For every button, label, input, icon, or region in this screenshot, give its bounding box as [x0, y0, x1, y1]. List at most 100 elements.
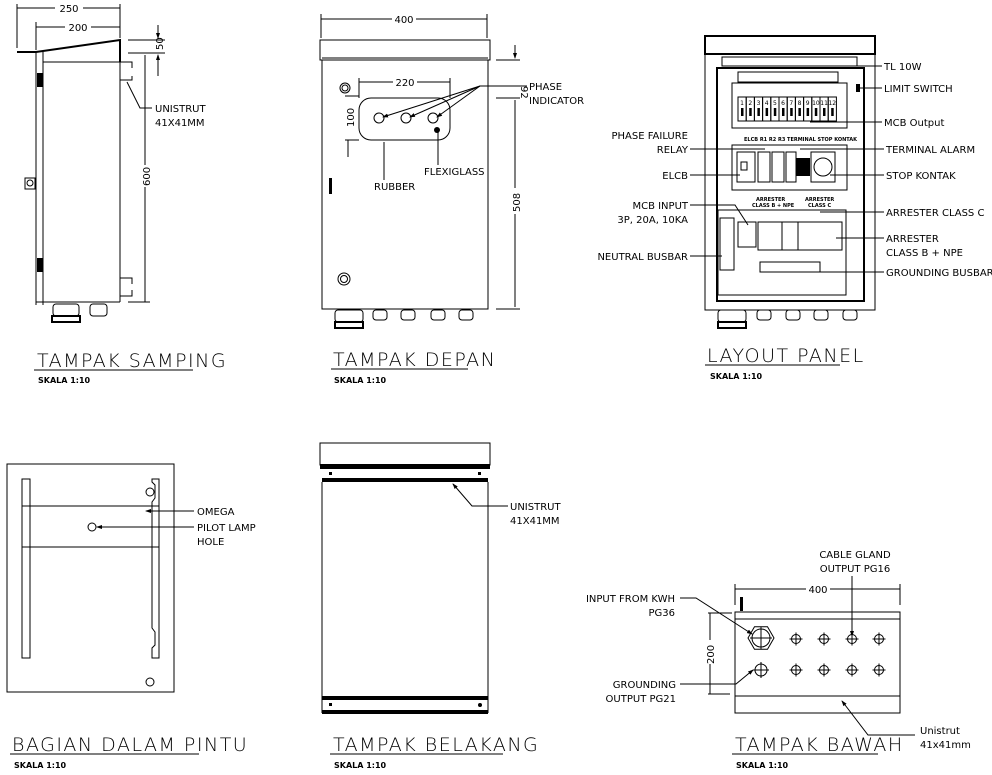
scale-label: SKALA 1:10 [334, 376, 387, 385]
cable-gland-icon [717, 309, 858, 329]
cable-gland-label-2: OUTPUT PG16 [820, 564, 890, 575]
door-inside-view: OMEGA PILOT LAMP HOLE BAGIAN DALAM PINTU… [6, 463, 256, 770]
mcb-toggle-icon [741, 108, 744, 116]
cable-gland-holes [747, 626, 886, 678]
crosshair-icon [817, 632, 831, 646]
mcb-toggle-icon [757, 108, 760, 116]
mcb-number: 5 [773, 100, 777, 107]
front-view: 400 220 100 92 508 PHASE INDICATOR RUBBE… [319, 12, 584, 385]
mcb-number: 2 [748, 100, 752, 107]
grounding-output-label-2: OUTPUT PG21 [606, 694, 676, 705]
dim-label: 250 [59, 4, 78, 15]
stop-kontak-label: STOP KONTAK [886, 171, 956, 182]
mcb-output-group: 1 2 3 4 5 6 7 8 9 10 11 12 [737, 96, 837, 122]
mcb-toggle-icon [782, 108, 785, 116]
dim-label: 200 [706, 645, 717, 664]
dim-label: 400 [808, 585, 827, 596]
mcb-number: 10 [812, 100, 820, 107]
mcb-number: 11 [820, 100, 828, 107]
mcb-number: 6 [781, 100, 785, 107]
arrester-class-c-label: ARRESTER CLASS C [886, 208, 984, 219]
crosshair-icon [753, 662, 769, 678]
technical-drawing-sheet: 250 200 50 600 UNISTRUT 41X41MM TAMPAK S… [6, 2, 992, 770]
dim-label: 100 [346, 108, 357, 127]
scale-label: SKALA 1:10 [38, 376, 91, 385]
crosshair-icon [845, 663, 859, 677]
view-title: TAMPAK BAWAH [735, 734, 904, 756]
view-title: BAGIAN DALAM PINTU [12, 734, 248, 756]
mcb-toggle-icon [798, 108, 801, 116]
mcb-number: 8 [798, 100, 802, 107]
limit-switch-label: LIMIT SWITCH [884, 84, 953, 95]
arrester-c-inner-2: CLASS C [808, 203, 831, 209]
terminal-alarm-label: TERMINAL ALARM [885, 145, 975, 156]
crosshair-icon [750, 627, 772, 649]
mcb-number: 7 [789, 100, 793, 107]
view-title: TAMPAK DEPAN [333, 349, 496, 371]
view-title: LAYOUT PANEL [707, 345, 865, 367]
crosshair-icon [789, 663, 803, 677]
mcb-number: 3 [757, 100, 761, 107]
crosshair-icon [872, 632, 886, 646]
dim-label: 400 [394, 15, 413, 26]
scale-label: SKALA 1:10 [334, 761, 387, 770]
dim-label: 220 [395, 78, 414, 89]
pilot-lamp-label: PILOT LAMP [197, 523, 256, 534]
back-view: UNISTRUT 41X41MM TAMPAK BELAKANG SKALA 1… [319, 442, 561, 770]
phase-failure-label-2: RELAY [657, 145, 689, 156]
mcb-input-spec-label: 3P, 20A, 10KA [617, 215, 688, 226]
unistrut-label: UNISTRUT [510, 502, 561, 513]
mcb-number: 4 [765, 100, 769, 107]
mcb-input-label: MCB INPUT [632, 201, 688, 212]
bottom-view: 400 200 CABLE GLAND OUTPUT PG16 INPUT FR… [586, 550, 971, 770]
pilot-lamp-label-2: HOLE [197, 537, 224, 548]
dim-label: 508 [512, 193, 523, 212]
omega-label: OMEGA [197, 507, 235, 518]
grounding-output-label: GROUNDING [613, 680, 676, 691]
dim-label: 50 [155, 37, 166, 50]
phase-failure-label: PHASE FAILURE [611, 131, 688, 142]
tl-label: TL 10W [883, 62, 922, 73]
arrester-b-inner-2: CLASS B + NPE [752, 203, 795, 209]
scale-label: SKALA 1:10 [736, 761, 789, 770]
mcb-toggle-icon [823, 108, 826, 116]
mcb-number: 9 [806, 100, 810, 107]
unistrut-label: UNISTRUT [155, 104, 206, 115]
unistrut-size-label: 41X41MM [155, 118, 205, 129]
view-title: TAMPAK BELAKANG [333, 734, 539, 756]
mcb-number: 12 [828, 100, 836, 107]
dim-label: 92 [518, 86, 529, 99]
grounding-busbar-label: GROUNDING BUSBAR [886, 268, 992, 279]
unistrut-label: Unistrut [920, 726, 960, 737]
scale-label: SKALA 1:10 [710, 372, 763, 381]
side-view: 250 200 50 600 UNISTRUT 41X41MM TAMPAK S… [16, 2, 226, 385]
arrester-class-b-label: ARRESTER [886, 234, 939, 245]
mcb-toggle-icon [831, 108, 834, 116]
mcb-toggle-icon [773, 108, 777, 116]
neutral-busbar-label: NEUTRAL BUSBAR [597, 252, 688, 263]
component-header: ELCB R1 R2 R3 TERMINAL STOP KONTAK [744, 137, 858, 143]
mcb-output-label: MCB Output [884, 118, 944, 129]
phase-indicator-label-2: INDICATOR [529, 96, 584, 107]
unistrut-size-label: 41X41MM [510, 516, 560, 527]
unistrut-size-label: 41x41mm [920, 740, 971, 751]
arrester-class-b-label-2: CLASS B + NPE [886, 248, 963, 259]
scale-label: SKALA 1:10 [14, 761, 67, 770]
phase-indicator-label: PHASE [529, 82, 562, 93]
crosshair-icon [817, 663, 831, 677]
terminal-block-row [737, 71, 839, 83]
input-kwh-label: INPUT FROM KWH [586, 594, 675, 605]
mcb-toggle-icon [814, 108, 818, 116]
mcb-toggle-icon [790, 108, 793, 116]
flexiglass-label: FLEXIGLASS [424, 167, 485, 178]
mcb-toggle-icon [749, 108, 752, 116]
cable-gland-label: CABLE GLAND [819, 550, 891, 561]
layout-panel-view: 1 2 3 4 5 6 7 8 9 10 11 12 ELCB R1 R2 R3 TERMINAL S… [597, 35, 992, 381]
dim-label: 200 [68, 23, 87, 34]
cable-gland-icon [51, 303, 108, 323]
rubber-label: RUBBER [374, 182, 415, 193]
elcb-label: ELCB [662, 171, 688, 182]
input-kwh-label-2: PG36 [648, 608, 675, 619]
crosshair-icon [872, 663, 886, 677]
crosshair-icon [789, 632, 803, 646]
